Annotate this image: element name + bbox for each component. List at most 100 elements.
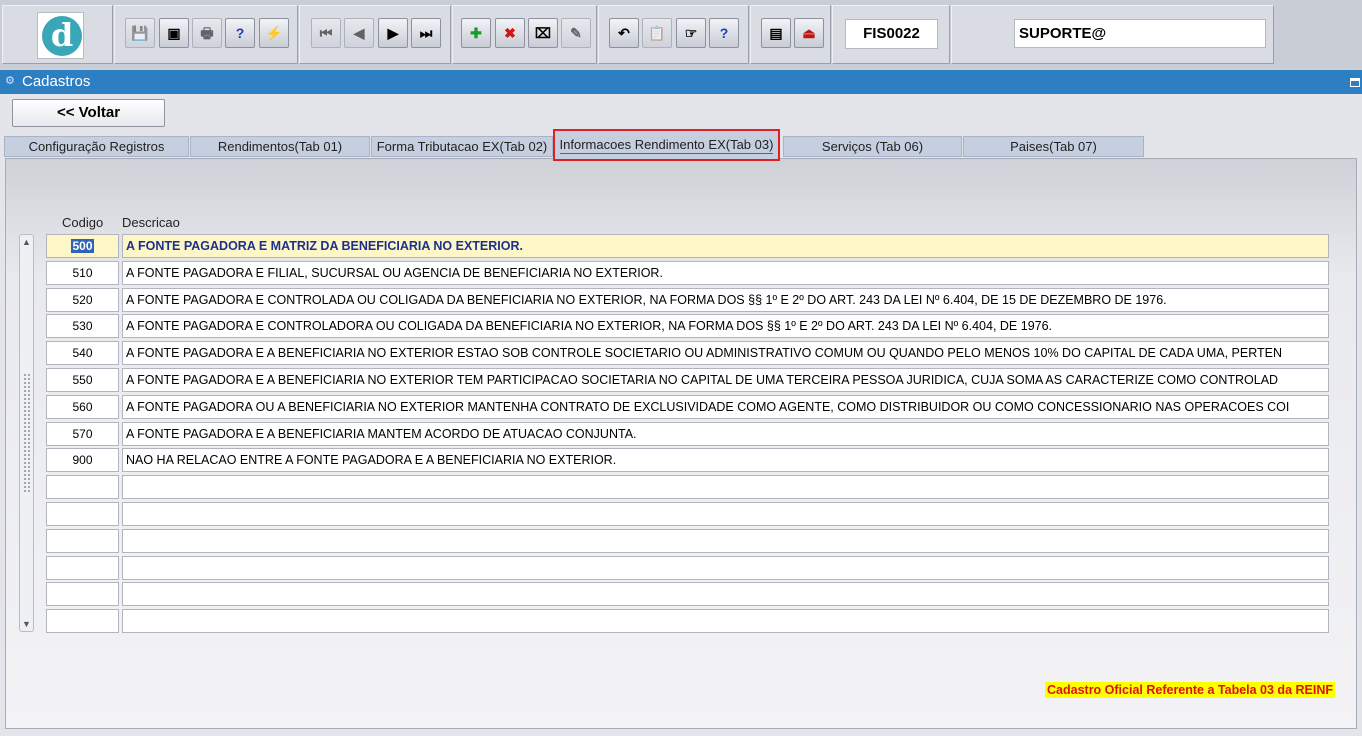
code-cell[interactable]: 900	[46, 448, 119, 473]
clipboard-button[interactable]: 📋	[642, 18, 672, 48]
code-cell[interactable]: 540	[46, 341, 119, 366]
execute-query-button[interactable]: ⚡	[259, 18, 289, 48]
save-button[interactable]: 💾	[125, 18, 155, 48]
list-values-button[interactable]: ☞	[676, 18, 706, 48]
tab-rendimentos[interactable]: Rendimentos(Tab 01)	[190, 136, 370, 157]
edit-button[interactable]: ✎	[561, 18, 591, 48]
exit-icon: ⏏	[802, 25, 816, 41]
code-cell[interactable]: 570	[46, 421, 119, 446]
description-cell[interactable]	[122, 528, 1329, 553]
list-values-icon: ☞	[684, 25, 698, 41]
vertical-scrollbar[interactable]: ▲ ▼	[19, 234, 34, 632]
tab-configuracao-registros[interactable]: Configuração Registros	[4, 136, 189, 157]
code-cell[interactable]	[46, 609, 119, 634]
window-menu-icon[interactable]: ⚙	[5, 75, 17, 87]
description-cell[interactable]	[122, 582, 1329, 607]
toolbar: d 💾 ▣ 🖶? ⚡ ⏮ ◀ ▶ ⏭ ✚ ✖ ⌧ ✎ ↶ 📋 ☞? ▤ ⏏ FIS0022 SUPORTE@	[0, 0, 1362, 70]
code-cell[interactable]	[46, 555, 119, 580]
code-cell[interactable]: 550	[46, 368, 119, 392]
table-row[interactable]: 520 A FONTE PAGADORA E CONTROLADA OU COLI…	[46, 287, 1329, 312]
description-cell[interactable]	[122, 555, 1329, 580]
code-cell[interactable]: 520	[46, 287, 119, 312]
exit-button[interactable]: ⏏	[794, 18, 824, 48]
query-button[interactable]: ?	[225, 18, 255, 48]
table-row[interactable]	[46, 582, 1329, 607]
print-icon: 🖶	[200, 25, 214, 41]
previous-record-icon: ◀	[353, 25, 365, 41]
table-row[interactable]: 560 A FONTE PAGADORA OU A BENEFICIARIA NO…	[46, 394, 1329, 419]
previous-record-button[interactable]: ◀	[344, 18, 374, 48]
code-cell[interactable]: 560	[46, 394, 119, 419]
last-record-icon: ⏭	[419, 25, 433, 41]
insert-record-button[interactable]: ✚	[461, 18, 491, 48]
table-row[interactable]	[46, 502, 1329, 526]
clear-button[interactable]: ⌧	[528, 18, 558, 48]
delete-record-button[interactable]: ✖	[495, 18, 525, 48]
code-cell[interactable]	[46, 582, 119, 607]
code-cell[interactable]: 510	[46, 260, 119, 285]
last-record-button[interactable]: ⏭	[411, 18, 441, 48]
description-cell[interactable]: A FONTE PAGADORA E A BENEFICIARIA MANTEM…	[122, 421, 1329, 446]
tab-informacoes-rendimento[interactable]: Informacoes Rendimento EX(Tab 03)	[553, 129, 780, 161]
code-value: 510	[72, 265, 93, 280]
table-row[interactable]: 550 A FONTE PAGADORA E A BENEFICIARIA NO …	[46, 368, 1329, 392]
description-cell[interactable]: A FONTE PAGADORA E A BENEFICIARIA NO EXT…	[122, 368, 1329, 392]
table-row[interactable]: 510 A FONTE PAGADORA E FILIAL, SUCURSAL O…	[46, 260, 1329, 285]
code-cell[interactable]: 500	[46, 234, 119, 258]
next-record-icon: ▶	[387, 25, 399, 41]
delete-record-icon: ✖	[504, 25, 516, 41]
help-button[interactable]: ?	[709, 18, 739, 48]
description-cell[interactable]: A FONTE PAGADORA OU A BENEFICIARIA NO EX…	[122, 394, 1329, 419]
tab-forma-tributacao[interactable]: Forma Tributacao EX(Tab 02)	[371, 136, 553, 157]
maximize-icon[interactable]	[1350, 78, 1360, 87]
table-row[interactable]: 900 NAO HA RELACAO ENTRE A FONTE PAGADORA…	[46, 448, 1329, 473]
table-row[interactable]	[46, 475, 1329, 500]
column-header-codigo: Codigo	[62, 215, 104, 230]
form-code-field: FIS0022	[845, 19, 938, 49]
window-button[interactable]: ▣	[159, 18, 189, 48]
scroll-grip[interactable]	[23, 373, 30, 493]
table-row[interactable]: 500 A FONTE PAGADORA E MATRIZ DA BENEFICI…	[46, 234, 1329, 258]
menu-icon: ▤	[769, 25, 783, 41]
window-titlebar: ⚙ Cadastros	[0, 70, 1362, 94]
scroll-up-icon[interactable]: ▲	[20, 236, 33, 248]
window-icon: ▣	[167, 25, 181, 41]
tab-paises[interactable]: Paises(Tab 07)	[963, 136, 1144, 157]
first-record-button[interactable]: ⏮	[311, 18, 341, 48]
menu-button[interactable]: ▤	[761, 18, 791, 48]
description-cell[interactable]: A FONTE PAGADORA E MATRIZ DA BENEFICIARI…	[122, 234, 1329, 258]
tab-servicos[interactable]: Serviços (Tab 06)	[783, 136, 962, 157]
table-row[interactable]	[46, 555, 1329, 580]
scroll-down-icon[interactable]: ▼	[20, 618, 33, 630]
column-header-descricao: Descricao	[122, 215, 180, 230]
first-record-icon: ⏮	[319, 25, 333, 41]
cadastros-window: ⚙ Cadastros << Voltar Configuração Regis…	[0, 70, 1362, 736]
description-cell[interactable]	[122, 609, 1329, 634]
description-cell[interactable]: A FONTE PAGADORA E A BENEFICIARIA NO EXT…	[122, 341, 1329, 366]
user-field: SUPORTE@	[1014, 19, 1266, 48]
table-row[interactable]: 570 A FONTE PAGADORA E A BENEFICIARIA MAN…	[46, 421, 1329, 446]
table-row[interactable]	[46, 528, 1329, 553]
table-row[interactable]	[46, 609, 1329, 634]
undo-button[interactable]: ↶	[609, 18, 639, 48]
edit-icon: ✎	[570, 25, 582, 41]
description-cell[interactable]: A FONTE PAGADORA E CONTROLADA OU COLIGAD…	[122, 287, 1329, 312]
table-row[interactable]: 530 A FONTE PAGADORA E CONTROLADORA OU CO…	[46, 314, 1329, 339]
code-cell[interactable]: 530	[46, 314, 119, 339]
print-button[interactable]: 🖶	[192, 18, 222, 48]
code-cell[interactable]	[46, 528, 119, 553]
next-record-button[interactable]: ▶	[378, 18, 408, 48]
table-row[interactable]: 540 A FONTE PAGADORA E A BENEFICIARIA NO …	[46, 341, 1329, 366]
query-icon: ?	[235, 25, 245, 41]
back-button[interactable]: << Voltar	[12, 99, 165, 127]
description-cell[interactable]: NAO HA RELACAO ENTRE A FONTE PAGADORA E …	[122, 448, 1329, 473]
clear-icon: ⌧	[534, 25, 552, 41]
description-cell[interactable]	[122, 475, 1329, 500]
description-cell[interactable]: A FONTE PAGADORA E FILIAL, SUCURSAL OU A…	[122, 260, 1329, 285]
description-cell[interactable]: A FONTE PAGADORA E CONTROLADORA OU COLIG…	[122, 314, 1329, 339]
code-cell[interactable]	[46, 475, 119, 500]
code-value: 530	[72, 319, 93, 334]
description-cell[interactable]	[122, 502, 1329, 526]
code-value: 550	[72, 373, 93, 387]
code-cell[interactable]	[46, 502, 119, 526]
